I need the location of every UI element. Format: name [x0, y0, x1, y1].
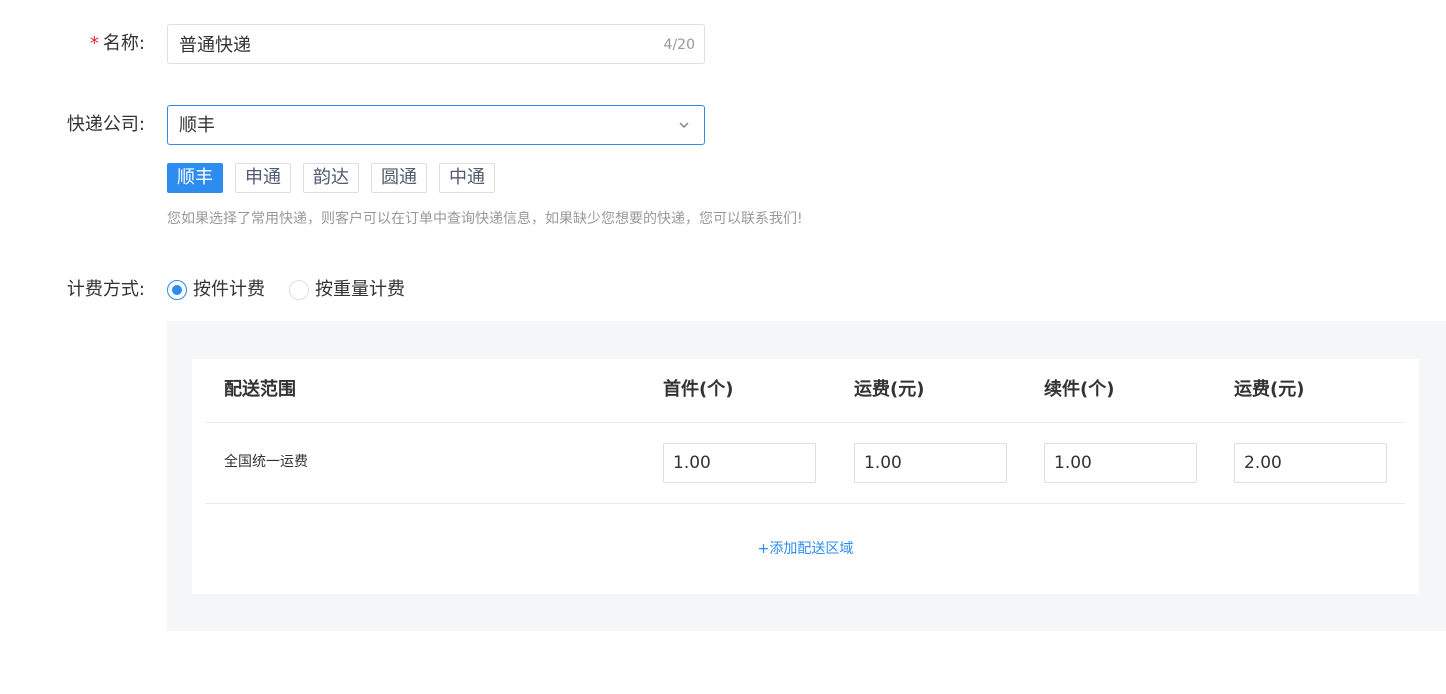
header-extra-fee: 运费(元): [1234, 379, 1305, 400]
company-tag-yuantong[interactable]: 圆通: [371, 163, 427, 193]
first-fee-input[interactable]: [854, 443, 1007, 483]
header-extra-count: 续件(个): [1044, 379, 1115, 400]
company-tag-shentong[interactable]: 申通: [235, 163, 291, 193]
chevron-down-icon: [679, 122, 689, 129]
billing-radio-by-piece[interactable]: 按件计费: [167, 277, 265, 303]
name-field[interactable]: 4/20: [167, 24, 705, 64]
name-label: * 名称:: [90, 32, 145, 56]
fee-table: 配送范围 首件(个) 运费(元) 续件(个) 运费(元) 全国统一运费 +添加配…: [192, 359, 1419, 594]
billing-label: 计费方式:: [66, 279, 145, 300]
company-tag-shunfeng[interactable]: 顺丰: [167, 163, 223, 193]
company-tag-zhongtong[interactable]: 中通: [439, 163, 495, 193]
header-first-fee: 运费(元): [854, 379, 925, 400]
billing-radio-group: 按件计费 按重量计费: [167, 277, 405, 303]
header-first-count: 首件(个): [663, 379, 734, 400]
name-input[interactable]: [168, 25, 704, 63]
name-char-count: 4/20: [663, 37, 695, 53]
billing-option-label: 按重量计费: [315, 279, 405, 300]
company-select[interactable]: 顺丰: [167, 105, 705, 145]
company-hint: 您如果选择了常用快递，则客户可以在订单中查询快递信息，如果缺少您想要的快递，您可…: [167, 211, 803, 227]
region-cell: 全国统一运费: [224, 454, 308, 470]
company-tags: 顺丰 申通 韵达 圆通 中通: [167, 163, 495, 193]
table-row: 全国统一运费: [205, 423, 1405, 504]
shipping-template-form: *名称: 4/20 快递公司: 顺丰 顺丰 申通 韵达 圆通 中通 您如果选择了…: [0, 0, 1446, 694]
billing-option-label: 按件计费: [193, 279, 265, 300]
company-tag-yunda[interactable]: 韵达: [303, 163, 359, 193]
company-label: 快递公司:: [66, 114, 145, 135]
add-region-link[interactable]: +添加配送区域: [192, 539, 1419, 559]
first-count-input[interactable]: [663, 443, 816, 483]
radio-checked-icon: [167, 280, 187, 300]
required-star: *: [89, 33, 99, 54]
billing-radio-by-weight[interactable]: 按重量计费: [289, 277, 405, 303]
radio-unchecked-icon: [289, 280, 309, 300]
extra-count-input[interactable]: [1044, 443, 1197, 483]
header-region: 配送范围: [224, 379, 296, 400]
name-label-text: 名称:: [102, 33, 145, 54]
company-select-value: 顺丰: [179, 115, 215, 136]
fee-table-header: 配送范围 首件(个) 运费(元) 续件(个) 运费(元): [205, 359, 1405, 423]
fee-panel: 配送范围 首件(个) 运费(元) 续件(个) 运费(元) 全国统一运费 +添加配…: [167, 321, 1446, 631]
extra-fee-input[interactable]: [1234, 443, 1387, 483]
